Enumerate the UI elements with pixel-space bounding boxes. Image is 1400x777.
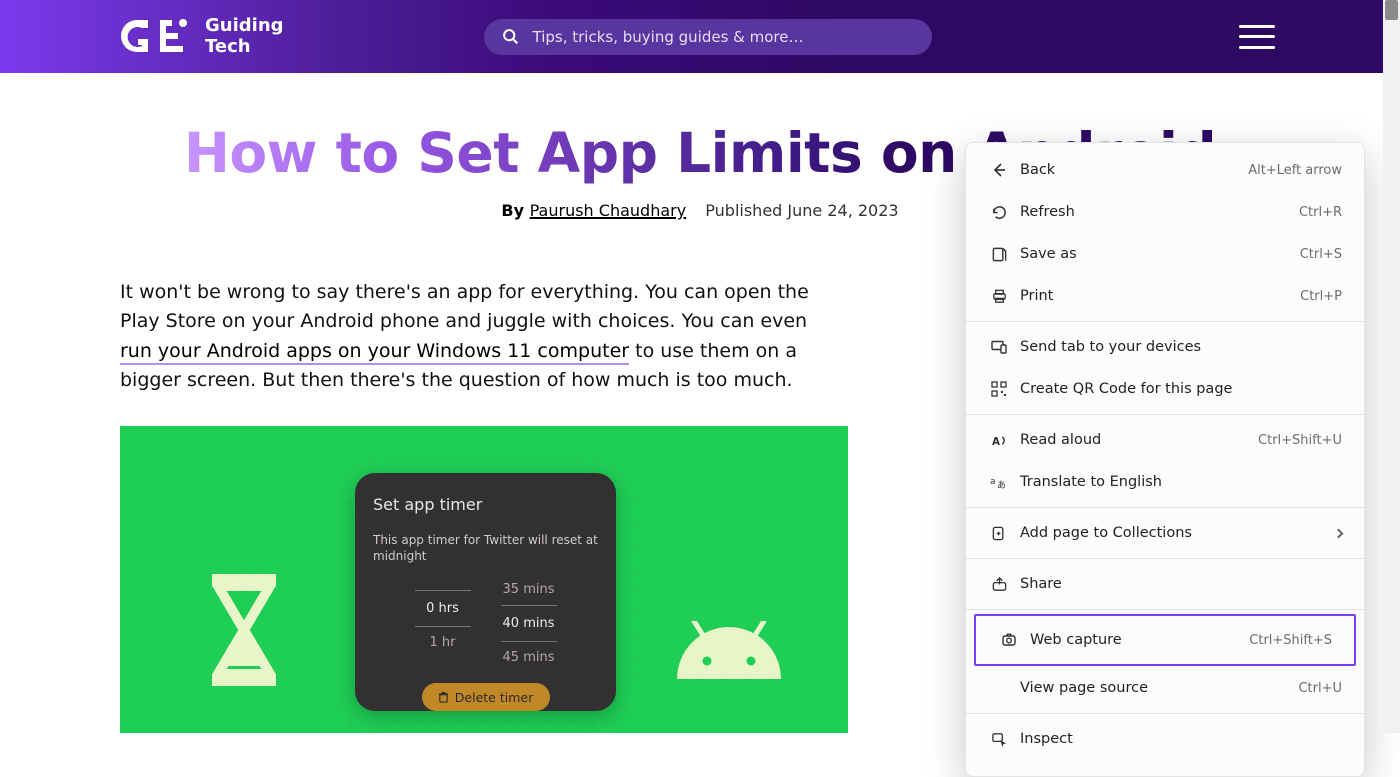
ctx-back[interactable]: Back Alt+Left arrow [966, 149, 1364, 191]
ctx-separator [966, 609, 1364, 610]
ctx-separator [966, 558, 1364, 559]
svg-text:あ: あ [997, 480, 1006, 491]
ctx-shortcut: Ctrl+P [1300, 289, 1342, 304]
back-arrow-icon [984, 161, 1014, 179]
ctx-web-capture[interactable]: Web capture Ctrl+Shift+S [974, 614, 1356, 666]
logo[interactable]: Guiding Tech [120, 16, 284, 58]
ctx-label: View page source [1020, 680, 1298, 696]
picker-minutes-above: 35 mins [501, 582, 557, 597]
ctx-separator [966, 507, 1364, 508]
ctx-shortcut: Ctrl+S [1300, 247, 1342, 262]
site-header: Guiding Tech Tips, tricks, buying guides… [0, 0, 1400, 73]
ctx-label: Web capture [1030, 632, 1249, 648]
translate-icon: aあ [984, 473, 1014, 491]
search-icon [502, 28, 519, 45]
author-link[interactable]: Paurush Chaudhary [530, 201, 687, 220]
ctx-read-aloud[interactable]: A Read aloud Ctrl+Shift+U [966, 419, 1364, 461]
picker-hours-below: 1 hr [415, 635, 471, 650]
paragraph-text: It won't be wrong to say there's an app … [120, 281, 809, 332]
ctx-label: Send tab to your devices [1020, 339, 1342, 355]
ctx-label: Translate to English [1020, 474, 1342, 490]
dialog-title: Set app timer [373, 495, 598, 514]
article-paragraph: It won't be wrong to say there's an app … [120, 278, 845, 396]
ctx-separator [966, 321, 1364, 322]
context-menu: Back Alt+Left arrow Refresh Ctrl+R Save … [965, 142, 1365, 777]
ctx-label: Add page to Collections [1020, 525, 1335, 541]
ctx-print[interactable]: Print Ctrl+P [966, 275, 1364, 317]
time-picker: 0 hrs 1 hr 35 mins 40 mins 45 mins [373, 582, 598, 665]
ctx-label: Create QR Code for this page [1020, 381, 1342, 397]
inline-link[interactable]: run your Android apps on your Windows 11… [120, 340, 629, 365]
delete-timer-label: Delete timer [455, 690, 533, 705]
chevron-right-icon [1334, 528, 1344, 538]
ctx-save-as[interactable]: Save as Ctrl+S [966, 233, 1364, 275]
ctx-shortcut: Ctrl+U [1298, 681, 1342, 696]
svg-text:A: A [991, 436, 999, 448]
print-icon [984, 288, 1014, 305]
picker-minutes-below: 45 mins [501, 650, 557, 665]
ctx-label: Read aloud [1020, 432, 1258, 448]
ctx-refresh[interactable]: Refresh Ctrl+R [966, 191, 1364, 233]
android-icon [677, 621, 781, 679]
ctx-share[interactable]: Share [966, 563, 1364, 605]
byline-prefix: By [501, 201, 529, 220]
qr-code-icon [984, 381, 1014, 397]
ctx-shortcut: Ctrl+R [1299, 205, 1342, 220]
ctx-shortcut: Ctrl+Shift+U [1258, 433, 1342, 448]
dialog-body: This app timer for Twitter will reset at… [373, 532, 598, 564]
scrollbar-thumb[interactable] [1385, 0, 1398, 20]
ctx-translate[interactable]: aあ Translate to English [966, 461, 1364, 503]
ctx-separator [966, 713, 1364, 714]
save-icon [984, 246, 1014, 263]
published-date: Published June 24, 2023 [705, 201, 898, 220]
picker-hours-selected: 0 hrs [415, 590, 471, 627]
ctx-label: Print [1020, 288, 1300, 304]
ctx-view-source[interactable]: View page source Ctrl+U [966, 667, 1364, 709]
ctx-collections[interactable]: Add page to Collections [966, 512, 1364, 554]
trash-icon [438, 692, 449, 703]
delete-timer-button: Delete timer [422, 683, 550, 711]
picker-minutes-selected: 40 mins [501, 605, 557, 642]
search-input[interactable]: Tips, tricks, buying guides & more… [484, 19, 932, 55]
search-placeholder: Tips, tricks, buying guides & more… [533, 28, 804, 46]
devices-icon [984, 338, 1014, 356]
ctx-qr-code[interactable]: Create QR Code for this page [966, 368, 1364, 410]
ctx-label: Share [1020, 576, 1342, 592]
ctx-label: Back [1020, 162, 1248, 178]
web-capture-icon [994, 631, 1024, 649]
refresh-icon [984, 204, 1014, 221]
logo-text: Guiding Tech [205, 16, 284, 57]
inspect-icon [984, 731, 1014, 748]
ctx-shortcut: Alt+Left arrow [1248, 163, 1342, 178]
svg-text:a: a [990, 477, 996, 487]
read-aloud-icon: A [984, 432, 1014, 449]
scrollbar-track[interactable] [1383, 0, 1400, 733]
ctx-separator [966, 414, 1364, 415]
ctx-send-tab[interactable]: Send tab to your devices [966, 326, 1364, 368]
featured-image: Set app timer This app timer for Twitter… [120, 426, 848, 733]
ctx-inspect[interactable]: Inspect [966, 718, 1364, 760]
app-timer-dialog: Set app timer This app timer for Twitter… [355, 473, 616, 711]
menu-button[interactable] [1239, 25, 1275, 49]
collections-icon [984, 525, 1014, 542]
ctx-label: Inspect [1020, 731, 1342, 747]
hourglass-icon [212, 574, 276, 686]
ctx-label: Save as [1020, 246, 1300, 262]
ctx-shortcut: Ctrl+Shift+S [1249, 633, 1332, 648]
share-icon [984, 576, 1014, 593]
logo-icon [120, 16, 192, 58]
ctx-label: Refresh [1020, 204, 1299, 220]
